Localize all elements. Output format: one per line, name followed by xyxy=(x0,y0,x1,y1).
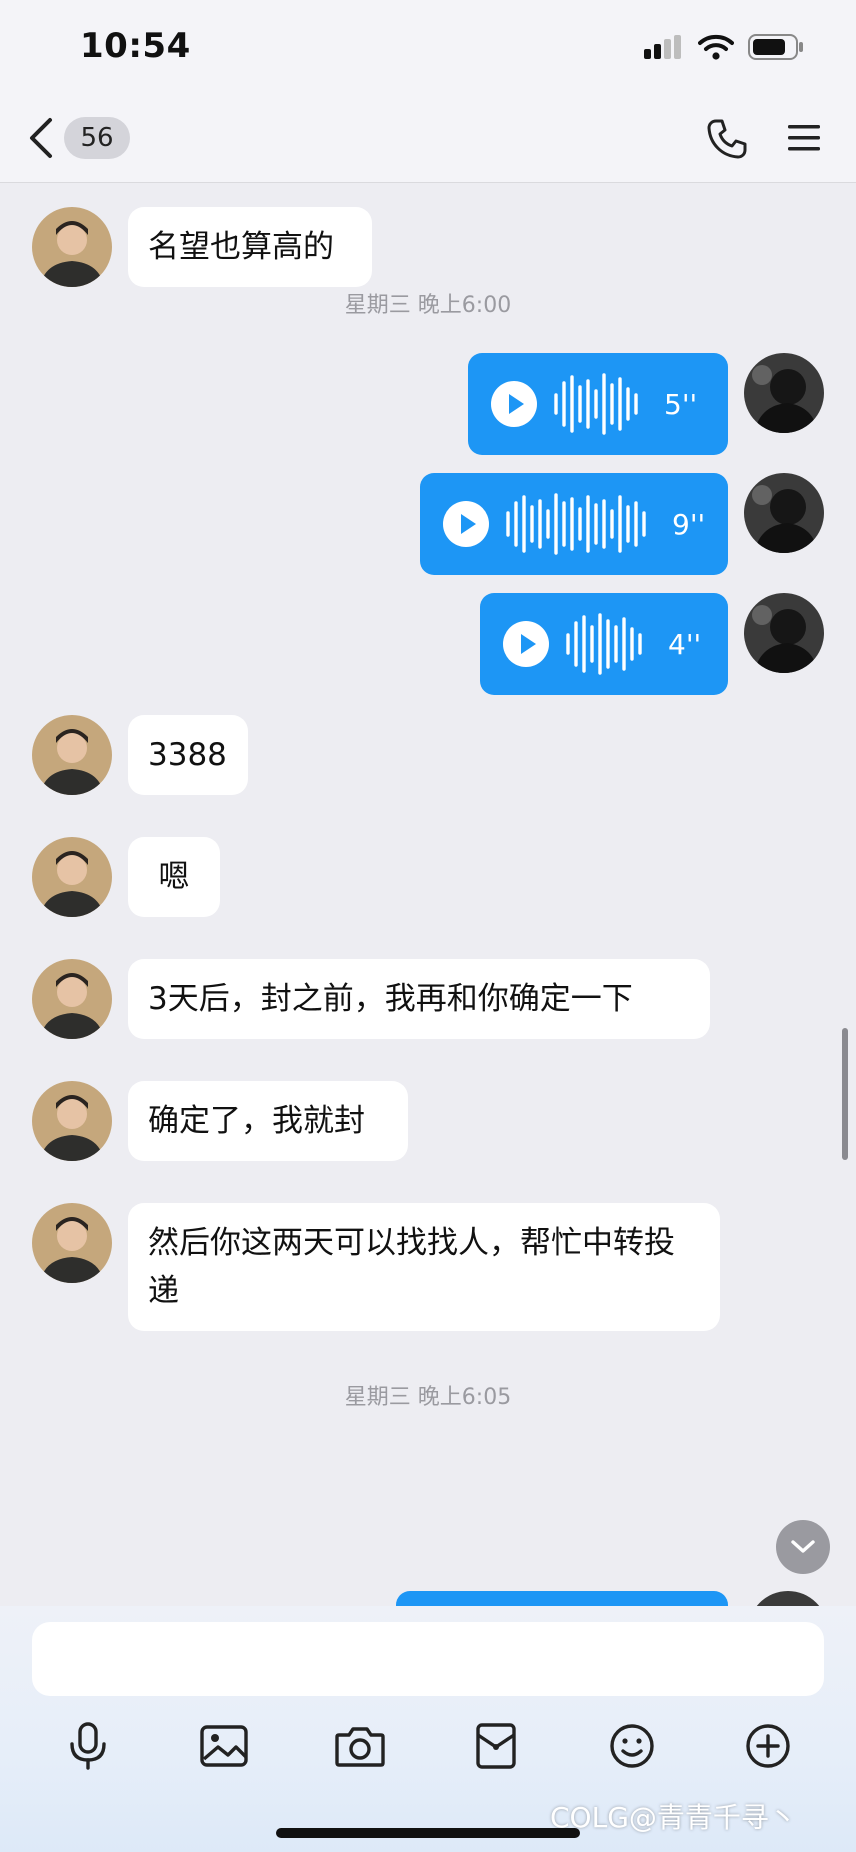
signal-icon xyxy=(644,35,681,59)
self-avatar[interactable] xyxy=(744,353,824,433)
incoming-message: 名望也算高的 xyxy=(0,207,856,291)
contact-avatar[interactable] xyxy=(32,1203,112,1283)
wifi-icon xyxy=(698,34,734,60)
self-avatar-image xyxy=(756,1591,820,1607)
play-icon[interactable] xyxy=(502,620,550,668)
contact-avatar[interactable] xyxy=(32,1081,112,1161)
voice-bubble[interactable]: 4'' xyxy=(480,593,728,695)
status-icons xyxy=(644,34,804,60)
self-avatar-image xyxy=(744,473,824,553)
timestamp: 星期三 晚上6:05 xyxy=(344,1385,512,1410)
voice-bubble[interactable]: 9'' xyxy=(420,473,728,575)
emoji-button[interactable] xyxy=(602,1716,662,1776)
message-input[interactable] xyxy=(32,1622,824,1696)
voice-bubble[interactable]: 5'' xyxy=(468,353,728,455)
self-avatar-image xyxy=(744,353,824,433)
back-button[interactable]: 56 xyxy=(26,116,130,160)
self-avatar-partial[interactable] xyxy=(748,1591,828,1607)
scroll-to-bottom-button[interactable] xyxy=(776,1520,830,1574)
contact-avatar-image xyxy=(32,715,112,795)
voice-bubble-partial[interactable] xyxy=(396,1591,728,1607)
message-list[interactable]: 名望也算高的 星期三 晚上6:00 5'' 9'' 4'' 3388 嗯 3天后… xyxy=(0,183,856,1605)
incoming-message: 确定了，我就封 xyxy=(0,1081,856,1165)
microphone-icon xyxy=(70,1722,106,1770)
message-bubble[interactable]: 3388 xyxy=(128,715,248,795)
message-bubble[interactable]: 名望也算高的 xyxy=(128,207,372,287)
call-button[interactable] xyxy=(706,118,748,164)
status-time: 10:54 xyxy=(80,26,191,66)
contact-avatar[interactable] xyxy=(32,959,112,1039)
message-text: 然后你这两天可以找找人，帮忙中转投递 xyxy=(148,1225,675,1309)
message-bubble[interactable]: 然后你这两天可以找找人，帮忙中转投递 xyxy=(128,1203,720,1331)
voice-input-button[interactable] xyxy=(58,1716,118,1776)
battery-icon xyxy=(748,34,803,60)
emoji-icon xyxy=(610,1724,654,1768)
red-packet-icon xyxy=(476,1723,516,1769)
outgoing-voice-message: 5'' xyxy=(0,353,856,457)
message-bubble[interactable]: 3天后，封之前，我再和你确定一下 xyxy=(128,959,710,1039)
voice-duration: 4'' xyxy=(668,627,702,661)
status-bar: 10:54 xyxy=(0,0,856,100)
unread-count-badge: 56 xyxy=(64,117,130,159)
red-packet-button[interactable] xyxy=(466,1716,526,1776)
composer-toolbar xyxy=(0,1716,856,1786)
message-bubble[interactable]: 确定了，我就封 xyxy=(128,1081,408,1161)
message-text: 确定了，我就封 xyxy=(148,1103,365,1139)
plus-circle-icon xyxy=(746,1724,790,1768)
image-icon xyxy=(200,1725,248,1767)
incoming-message: 3天后，封之前，我再和你确定一下 xyxy=(0,959,856,1043)
self-avatar[interactable] xyxy=(744,473,824,553)
chevron-down-icon xyxy=(791,1540,815,1553)
contact-avatar[interactable] xyxy=(32,837,112,917)
contact-avatar-image xyxy=(32,207,112,287)
self-avatar[interactable] xyxy=(744,593,824,673)
play-icon[interactable] xyxy=(490,380,538,428)
contact-avatar-image xyxy=(32,959,112,1039)
message-text: 3天后，封之前，我再和你确定一下 xyxy=(148,981,633,1017)
contact-avatar-image xyxy=(32,1081,112,1161)
camera-icon xyxy=(335,1727,385,1767)
watermark: COLG@青青千寻丶 xyxy=(550,1801,797,1834)
composer: COLG@青青千寻丶 xyxy=(0,1606,856,1852)
more-button[interactable] xyxy=(738,1716,798,1776)
contact-avatar[interactable] xyxy=(32,207,112,287)
timestamp: 星期三 晚上6:00 xyxy=(344,293,512,318)
incoming-message: 然后你这两天可以找找人，帮忙中转投递 xyxy=(0,1203,856,1331)
contact-avatar-image xyxy=(32,837,112,917)
menu-button[interactable] xyxy=(786,118,822,164)
incoming-message: 3388 xyxy=(0,715,856,799)
incoming-message: 嗯 xyxy=(0,837,856,921)
contact-avatar[interactable] xyxy=(32,715,112,795)
voice-duration: 9'' xyxy=(672,507,706,541)
voice-duration: 5'' xyxy=(664,387,698,421)
outgoing-voice-message: 9'' xyxy=(0,473,856,577)
chat-header: 56 xyxy=(0,100,856,183)
home-indicator[interactable] xyxy=(276,1828,580,1838)
waveform-icon xyxy=(566,613,642,675)
play-icon[interactable] xyxy=(442,500,490,548)
image-button[interactable] xyxy=(194,1716,254,1776)
scrollbar[interactable] xyxy=(842,1028,848,1160)
waveform-icon xyxy=(506,493,646,555)
message-text: 3388 xyxy=(148,737,227,773)
waveform-icon xyxy=(554,373,638,435)
chevron-left-icon xyxy=(30,118,52,158)
message-text: 嗯 xyxy=(158,859,190,895)
phone-icon xyxy=(707,119,747,159)
camera-button[interactable] xyxy=(330,1716,390,1776)
outgoing-voice-message: 4'' xyxy=(0,593,856,697)
contact-avatar-image xyxy=(32,1203,112,1283)
menu-icon xyxy=(788,125,820,151)
message-text: 名望也算高的 xyxy=(148,229,334,265)
self-avatar-image xyxy=(744,593,824,673)
message-bubble[interactable]: 嗯 xyxy=(128,837,220,917)
